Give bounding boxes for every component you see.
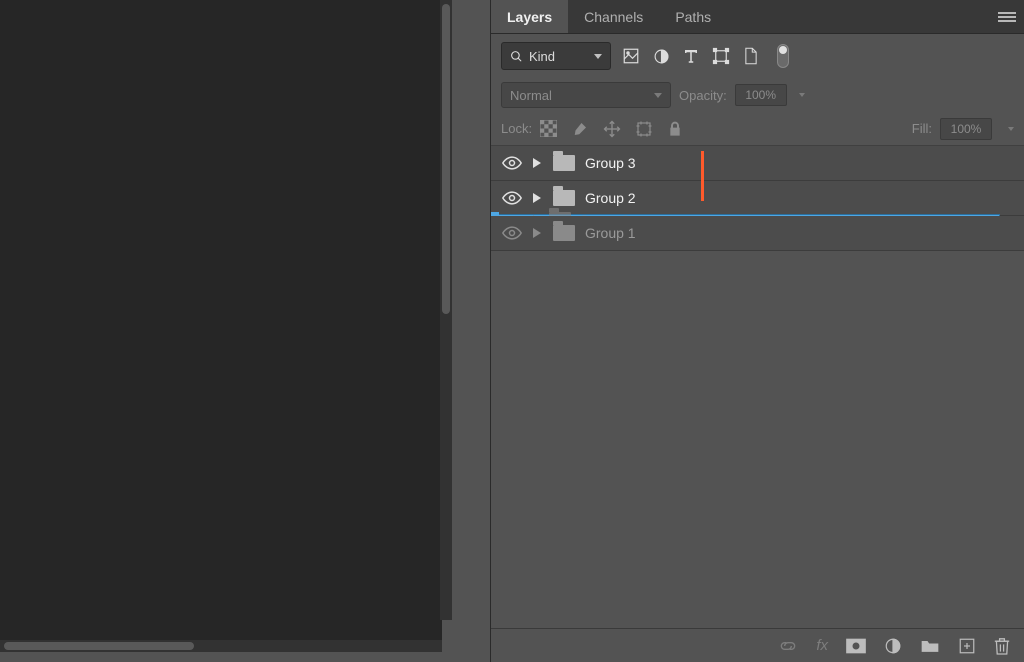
layer-name[interactable]: Group 3: [585, 155, 636, 171]
layers-list[interactable]: Group 3 Group 2 Group 3 Group 1: [491, 146, 1024, 628]
tab-channels[interactable]: Channels: [568, 0, 659, 33]
canvas[interactable]: [0, 0, 442, 642]
lock-label: Lock:: [501, 121, 532, 136]
add-mask-icon[interactable]: [846, 638, 866, 654]
filter-toolbar: Kind: [491, 34, 1024, 78]
layer-row[interactable]: Group 3: [491, 146, 1024, 181]
filter-adjustment-icon[interactable]: [651, 46, 671, 66]
lock-row: Lock: Fill: 100%: [491, 112, 1024, 146]
visibility-eye-icon[interactable]: [501, 191, 523, 205]
canvas-area: [0, 0, 490, 662]
filter-toggle[interactable]: [777, 44, 789, 68]
folder-icon: [553, 225, 575, 241]
fill-label: Fill:: [912, 121, 932, 136]
layer-name[interactable]: Group 1: [585, 225, 636, 241]
lock-brush-icon[interactable]: [571, 120, 589, 138]
new-adjustment-icon[interactable]: [884, 637, 902, 655]
expand-chevron-icon[interactable]: [533, 191, 543, 206]
panel-footer: fx: [491, 628, 1024, 662]
expand-chevron-icon[interactable]: [533, 156, 543, 171]
tab-layers[interactable]: Layers: [491, 0, 568, 33]
fill-dropdown-icon[interactable]: [1008, 127, 1014, 131]
fill-value[interactable]: 100%: [940, 118, 992, 140]
layer-name[interactable]: Group 2: [585, 190, 636, 206]
chevron-down-icon: [594, 54, 602, 59]
chevron-down-icon: [654, 93, 662, 98]
panel-tabs: Layers Channels Paths: [491, 0, 1024, 34]
scrollbar-thumb-horizontal[interactable]: [4, 642, 194, 650]
folder-icon: [553, 155, 575, 171]
text-caret-indicator: [701, 151, 704, 201]
blend-mode-label: Normal: [510, 88, 552, 103]
folder-icon: [553, 190, 575, 206]
lock-all-icon[interactable]: [667, 120, 683, 138]
expand-chevron-icon[interactable]: [533, 226, 543, 241]
filter-kind-select[interactable]: Kind: [501, 42, 611, 70]
filter-kind-label: Kind: [529, 49, 555, 64]
layers-panel: Layers Channels Paths Kind Normal: [490, 0, 1024, 662]
blend-mode-select[interactable]: Normal: [501, 82, 671, 108]
lock-move-icon[interactable]: [603, 120, 621, 138]
filter-pixel-icon[interactable]: [621, 46, 641, 66]
delete-layer-icon[interactable]: [994, 636, 1010, 656]
scrollbar-thumb-vertical[interactable]: [442, 4, 450, 314]
filter-smartobject-icon[interactable]: [741, 46, 761, 66]
lock-transparency-icon[interactable]: [540, 120, 557, 137]
fx-icon[interactable]: fx: [816, 637, 828, 654]
canvas-scrollbar-horizontal[interactable]: [0, 640, 442, 652]
visibility-eye-icon[interactable]: [501, 226, 523, 240]
search-icon: [510, 50, 523, 63]
panel-menu-icon[interactable]: [998, 8, 1016, 26]
link-layers-icon[interactable]: [778, 639, 798, 653]
layer-row[interactable]: Group 1: [491, 216, 1024, 251]
opacity-value[interactable]: 100%: [735, 84, 787, 106]
opacity-dropdown-icon[interactable]: [799, 93, 805, 97]
new-group-icon[interactable]: [920, 638, 940, 654]
tab-paths[interactable]: Paths: [659, 0, 727, 33]
filter-type-icon[interactable]: [681, 46, 701, 66]
visibility-eye-icon[interactable]: [501, 156, 523, 170]
blend-row: Normal Opacity: 100%: [491, 78, 1024, 112]
lock-artboard-icon[interactable]: [635, 120, 653, 138]
opacity-label: Opacity:: [679, 88, 727, 103]
canvas-scrollbar-vertical[interactable]: [440, 0, 452, 620]
new-layer-icon[interactable]: [958, 637, 976, 655]
filter-shape-icon[interactable]: [711, 46, 731, 66]
